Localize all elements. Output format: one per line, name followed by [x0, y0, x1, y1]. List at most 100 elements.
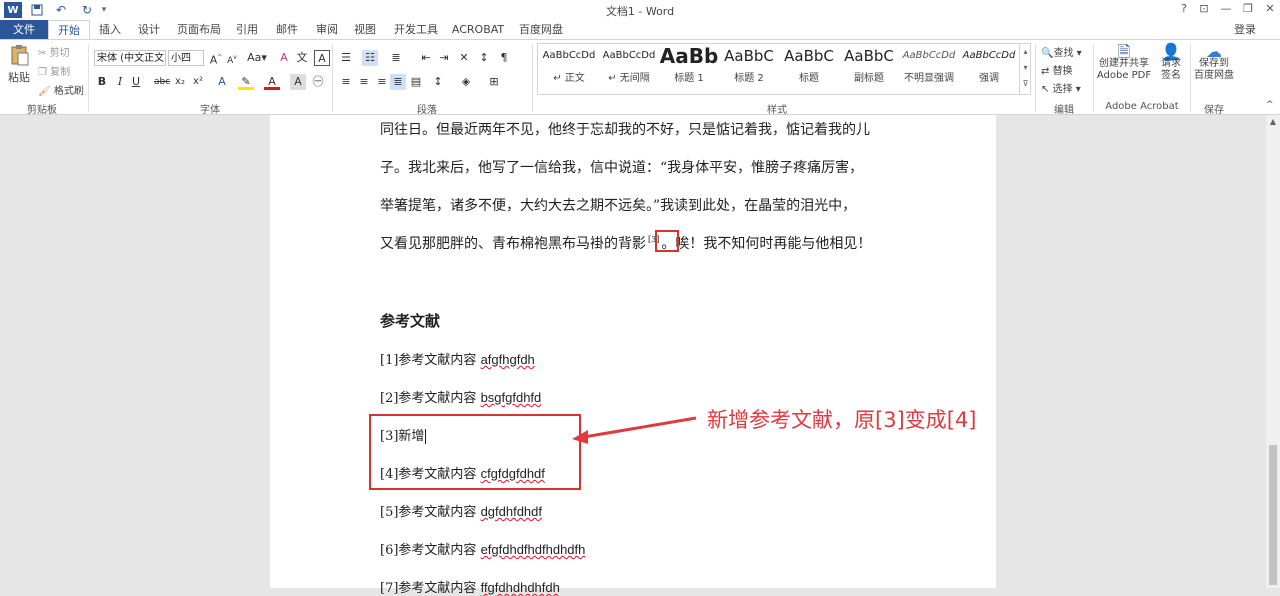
text-effects-icon[interactable]: A [214, 74, 230, 90]
cut-button[interactable]: ✂ 剪切 [38, 44, 70, 59]
vertical-scrollbar[interactable]: ▲ [1266, 115, 1280, 588]
style-heading-1[interactable]: AaBb 标题 1 [659, 43, 719, 89]
style-no-spacing[interactable]: AaBbCcDd ↵ 无间隔 [599, 43, 659, 89]
select-button[interactable]: ↖ 选择 ▾ [1041, 80, 1081, 95]
tab-acrobat[interactable]: ACROBAT [450, 20, 506, 39]
enclose-char-icon[interactable]: ㊀ [310, 74, 326, 90]
shading-icon[interactable]: ◈ [458, 74, 474, 90]
group-divider [532, 44, 533, 112]
decrease-indent-icon[interactable]: ⇤ [418, 50, 434, 66]
tab-view[interactable]: 视图 [350, 20, 380, 39]
sort-icon[interactable]: ↕ [476, 50, 492, 66]
copy-label: 复制 [50, 67, 71, 78]
body-text-line-last: 又看见那肥胖的、青布棉袍黑布马褂的背影 [3] 。唉！我不知何时再能与他相见！ [380, 233, 871, 253]
align-right-icon[interactable]: ≡ [374, 74, 390, 90]
collapse-ribbon-icon[interactable]: ^ [1266, 100, 1274, 110]
replace-button[interactable]: ⇄ 替换 [1041, 62, 1073, 77]
save-baidu-button[interactable]: ☁ 保存到 百度网盘 [1192, 42, 1236, 82]
multilevel-list-icon[interactable]: ≣ [388, 50, 404, 66]
change-case-icon[interactable]: Aa▾ [246, 50, 268, 66]
style-name: 强调 [979, 73, 999, 84]
style-sample: AaBbC [844, 47, 894, 65]
increase-indent-icon[interactable]: ⇥ [436, 50, 452, 66]
tab-layout[interactable]: 页面布局 [172, 20, 226, 39]
copy-button[interactable]: ❐ 复制 [38, 63, 70, 78]
format-painter-button[interactable]: 🖌 格式刷 [38, 82, 84, 97]
style-name: 标题 1 [674, 73, 704, 84]
style-subtle-emphasis[interactable]: AaBbCcDd 不明显强调 [899, 43, 959, 89]
highlight-icon[interactable]: ✎ [238, 74, 254, 90]
underline-icon[interactable]: U [128, 74, 144, 90]
char-shading-icon[interactable]: A [290, 74, 306, 90]
justify-icon[interactable]: ≣ [390, 74, 406, 90]
style-subtitle[interactable]: AaBbC 副标题 [839, 43, 899, 89]
phonetic-guide-icon[interactable]: 文 [294, 50, 310, 66]
chinese-layout-icon[interactable]: ✕ [456, 50, 472, 66]
tab-insert[interactable]: 插入 [94, 20, 126, 39]
scroll-up-icon[interactable]: ▲ [1266, 115, 1280, 129]
tab-mailings[interactable]: 邮件 [272, 20, 302, 39]
tab-design[interactable]: 设计 [134, 20, 164, 39]
numbering-icon[interactable]: ☷ [362, 50, 378, 66]
help-button[interactable]: ? [1174, 2, 1194, 18]
show-marks-icon[interactable]: ¶ [496, 50, 512, 66]
font-name-combo[interactable]: 宋体 (中文正文) [94, 50, 166, 66]
tab-developer[interactable]: 开发工具 [390, 20, 442, 39]
minimize-button[interactable]: — [1216, 2, 1236, 18]
reference-item[interactable]: [5]参考文献内容 dgfdhfdhdf [380, 501, 542, 520]
find-button[interactable]: 🔍查找 ▾ [1041, 44, 1082, 59]
find-label: 查找 [1053, 48, 1074, 59]
style-name: 不明显强调 [904, 73, 954, 84]
cloud-icon: ☁ [1206, 42, 1222, 61]
shrink-font-icon[interactable]: Av [224, 50, 240, 66]
line-spacing-icon[interactable]: ↕ [430, 74, 446, 90]
tab-home[interactable]: 开始 [48, 20, 90, 39]
style-emphasis[interactable]: AaBbCcDd 强调 [959, 43, 1019, 89]
style-sample: AaBb [659, 44, 719, 68]
clear-format-icon[interactable]: A [276, 50, 292, 66]
document-page[interactable] [270, 115, 996, 588]
cursor-icon: ↖ [1041, 84, 1050, 95]
close-button[interactable]: ✕ [1260, 2, 1280, 18]
body-text-segment: 。唉！我不知何时再能与他相见！ [661, 236, 872, 252]
grow-font-icon[interactable]: A^ [208, 50, 224, 67]
style-name: 副标题 [854, 73, 884, 84]
font-color-icon[interactable]: A [264, 74, 280, 90]
strikethrough-icon[interactable]: abc [154, 74, 170, 90]
acrobat-group-label: Adobe Acrobat [1105, 101, 1179, 112]
paste-button[interactable]: 粘贴 [6, 44, 32, 85]
style-heading-2[interactable]: AaBbC 标题 2 [719, 43, 779, 89]
signin-link[interactable]: 登录 [1230, 20, 1260, 39]
request-sign-button[interactable]: 👤 请求 签名 [1154, 44, 1188, 82]
align-center-icon[interactable]: ≡ [356, 74, 372, 90]
align-left-icon[interactable]: ≡ [338, 74, 354, 90]
scroll-thumb[interactable] [1269, 445, 1277, 585]
reference-item[interactable]: [6]参考文献内容 efgfdhdfhdfhdhdfh [380, 539, 585, 558]
reference-item[interactable]: [7]参考文献内容 ffgfdhdhdhfdh [380, 577, 560, 596]
style-title[interactable]: AaBbC 标题 [779, 43, 839, 89]
tab-references[interactable]: 引用 [232, 20, 262, 39]
create-pdf-button[interactable]: 🗎 创建并共享 Adobe PDF [1096, 44, 1152, 82]
styles-scroll[interactable]: ▴ ▾ ⊽ [1019, 44, 1031, 94]
font-size-combo[interactable]: 小四 [168, 50, 204, 66]
window-title: 文档1 - Word [605, 5, 675, 18]
subscript-icon[interactable]: x₂ [172, 74, 188, 90]
bullets-icon[interactable]: ☰ [338, 50, 354, 66]
reference-item[interactable]: [2]参考文献内容 bsgfgfdhfd [380, 387, 541, 406]
restore-button[interactable]: ❐ [1238, 2, 1258, 18]
tab-baidu[interactable]: 百度网盘 [516, 20, 566, 39]
style-sample: AaBbCcDd [542, 50, 596, 61]
style-normal[interactable]: AaBbCcDd ↵ 正文 [539, 43, 599, 89]
italic-icon[interactable]: I [112, 74, 128, 90]
reference-item[interactable]: [1]参考文献内容 afgfhgfdh [380, 349, 535, 368]
distributed-icon[interactable]: ▤ [408, 74, 424, 90]
char-border-icon[interactable]: A [314, 50, 330, 66]
cut-label: 剪切 [49, 48, 70, 59]
tab-file[interactable]: 文件 [0, 20, 48, 39]
tab-review[interactable]: 审阅 [312, 20, 342, 39]
ribbon-display-button[interactable]: ⊡ [1194, 2, 1214, 18]
replace-label: 替换 [1052, 66, 1073, 77]
bold-icon[interactable]: B [94, 74, 110, 90]
borders-icon[interactable]: ⊞ [486, 74, 502, 90]
superscript-icon[interactable]: x² [190, 74, 206, 90]
